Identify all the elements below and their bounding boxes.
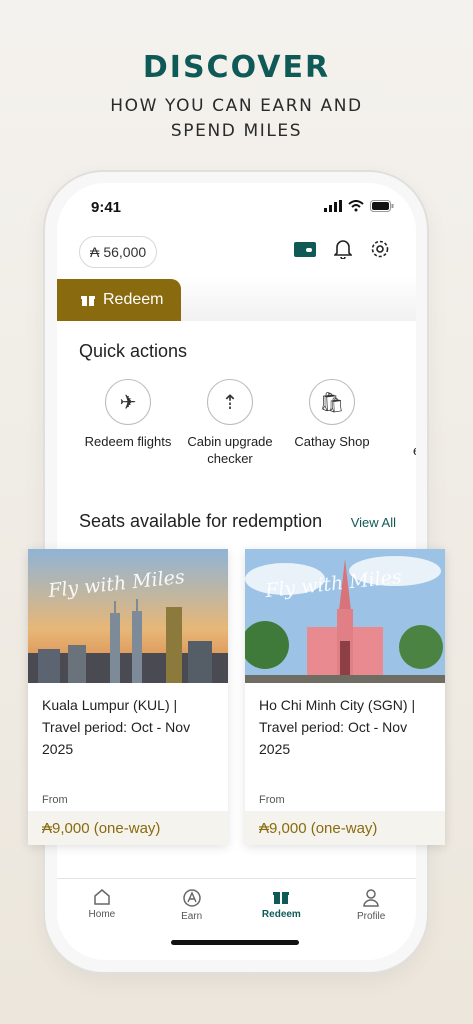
from-label: From xyxy=(259,794,285,806)
plane-icon: ✈ xyxy=(105,379,151,425)
nav-home-label: Home xyxy=(88,909,116,920)
seat-upgrade-icon: ⇡ xyxy=(207,379,253,425)
asia-miles-icon: ₳ xyxy=(259,819,270,837)
tab-redeem[interactable]: Redeem xyxy=(57,279,181,321)
destination-title: Ho Chi Minh City (SGN) | Travel period: … xyxy=(259,697,416,757)
price-bar: ₳ 9,000 (one-way) xyxy=(245,811,445,845)
gear-icon[interactable] xyxy=(370,239,390,259)
quick-action-label: Cathay Shop xyxy=(294,434,370,449)
nav-earn-label: Earn xyxy=(181,911,203,922)
seats-title: Seats available for redemption xyxy=(79,511,323,531)
asia-miles-icon xyxy=(182,889,201,907)
nav-home[interactable]: Home xyxy=(67,879,137,939)
hero-title: DISCOVER xyxy=(142,50,331,85)
bottom-navigation: Home Earn Redeem Profile xyxy=(57,878,416,939)
hero-subtitle-line-1: HOW YOU CAN EARN AND xyxy=(110,96,363,116)
home-icon xyxy=(94,889,110,905)
miles-balance-pill[interactable]: ₳ 56,000 xyxy=(79,236,158,268)
quick-action-label: ex xyxy=(383,442,416,459)
destination-image-kuala-lumpur: Fly with Miles xyxy=(28,549,228,683)
nav-profile[interactable]: Profile xyxy=(336,879,406,939)
quick-action-label: Cabin upgrade checker xyxy=(187,434,273,466)
price-value: 9,000 (one-way) xyxy=(52,819,161,837)
quick-actions-title: Quick actions xyxy=(79,341,188,361)
quick-action-redeem-flights[interactable]: ✈ Redeem flights xyxy=(77,379,179,467)
destination-image-ho-chi-minh-city: Fly with Miles xyxy=(245,549,445,683)
header-actions xyxy=(294,239,390,259)
bell-icon[interactable] xyxy=(334,239,352,259)
tab-redeem-label: Redeem xyxy=(103,291,164,308)
destination-title: Kuala Lumpur (KUL) | Travel period: Oct … xyxy=(42,697,191,757)
shopping-bag-icon: 🛍 xyxy=(309,379,355,425)
signal-icon xyxy=(324,200,342,212)
from-label: From xyxy=(42,794,68,806)
hero-subtitle-line-2: SPEND MILES xyxy=(170,121,303,141)
gift-icon xyxy=(81,296,95,306)
miles-balance: 56,000 xyxy=(103,244,147,260)
asia-miles-icon: ₳ xyxy=(90,244,100,260)
gift-icon xyxy=(273,892,290,904)
quick-action-label: Redeem flights xyxy=(84,434,172,449)
view-all-link[interactable]: View All xyxy=(351,515,396,530)
quick-actions-row: ✈ Redeem flights ⇡ Cabin upgrade checker… xyxy=(77,379,416,467)
nav-redeem-label: Redeem xyxy=(261,909,301,920)
home-indicator[interactable] xyxy=(171,940,299,945)
quick-action-more[interactable]: · ex xyxy=(383,379,416,467)
profile-icon xyxy=(363,889,379,907)
nav-earn[interactable]: Earn xyxy=(157,879,227,939)
destination-card-kul[interactable]: Fly with Miles Kuala Lumpur (KUL) | Trav… xyxy=(28,549,228,845)
asia-miles-icon: ₳ xyxy=(42,819,53,837)
price-bar: ₳ 9,000 (one-way) xyxy=(28,811,228,845)
status-icons xyxy=(324,200,394,212)
nav-profile-label: Profile xyxy=(356,911,386,922)
membership-card-icon[interactable] xyxy=(294,241,316,257)
hero-subtitle: HOW YOU CAN EARN AND SPEND MILES xyxy=(0,94,473,144)
nav-redeem[interactable]: Redeem xyxy=(246,879,316,939)
status-time: 9:41 xyxy=(91,199,122,216)
quick-action-cathay-shop[interactable]: 🛍 Cathay Shop xyxy=(281,379,383,467)
wifi-icon xyxy=(348,200,364,212)
quick-action-cabin-upgrade[interactable]: ⇡ Cabin upgrade checker xyxy=(179,379,281,467)
battery-icon xyxy=(370,200,394,212)
price-value: 9,000 (one-way) xyxy=(269,819,378,837)
destination-card-sgn[interactable]: Fly with Miles Ho Chi Minh City (SGN) | … xyxy=(245,549,445,845)
